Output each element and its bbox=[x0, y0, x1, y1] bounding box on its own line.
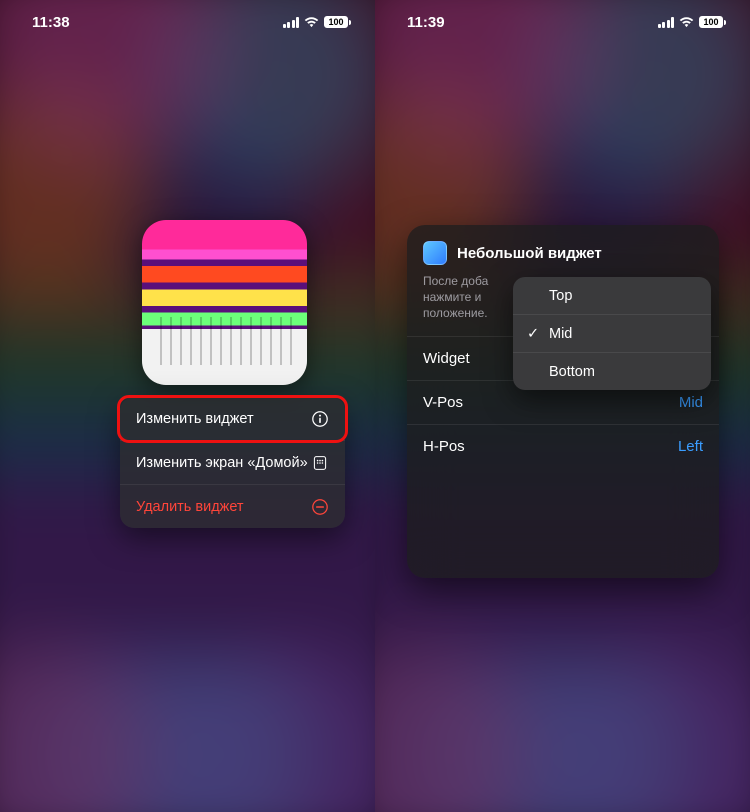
menu-edit-home[interactable]: Изменить экран «Домой» bbox=[120, 441, 345, 485]
option-label: Top bbox=[549, 288, 572, 304]
menu-edit-widget[interactable]: Изменить виджет bbox=[120, 397, 345, 441]
menu-label: Удалить виджет bbox=[136, 499, 244, 515]
sheet-header: Небольшой виджет bbox=[407, 225, 719, 271]
status-right: 100 bbox=[658, 16, 727, 28]
option-label: Bottom bbox=[549, 364, 595, 380]
row-label: Widget bbox=[423, 350, 470, 367]
screenshot-right: 11:39 100 Небольшой виджет После доба на… bbox=[375, 0, 750, 812]
battery-icon: 100 bbox=[324, 16, 351, 28]
context-menu: Изменить виджет Изменить экран «Домой» У… bbox=[120, 397, 345, 528]
battery-level: 100 bbox=[699, 16, 723, 28]
widget-context-group: Изменить виджет Изменить экран «Домой» У… bbox=[120, 220, 345, 528]
battery-icon: 100 bbox=[699, 16, 726, 28]
row-label: V-Pos bbox=[423, 394, 463, 411]
screenshot-left: 11:38 100 Изменить виджет Изм bbox=[0, 0, 375, 812]
widget-settings-sheet: Небольшой виджет После доба нажмите и по… bbox=[407, 225, 719, 578]
popover-option-mid[interactable]: ✓ Mid bbox=[513, 315, 711, 353]
popover-option-bottom[interactable]: Bottom bbox=[513, 353, 711, 390]
status-time: 11:39 bbox=[407, 14, 445, 31]
info-icon bbox=[311, 410, 329, 428]
menu-label: Изменить виджет bbox=[136, 411, 254, 427]
row-label: H-Pos bbox=[423, 438, 465, 455]
checkmark-icon: ✓ bbox=[527, 326, 541, 342]
cellular-icon bbox=[283, 17, 300, 28]
wifi-icon bbox=[679, 17, 694, 28]
row-value: Left bbox=[678, 438, 703, 455]
widget-preview[interactable] bbox=[142, 220, 307, 385]
menu-label: Изменить экран «Домой» bbox=[136, 455, 308, 471]
battery-level: 100 bbox=[324, 16, 348, 28]
vpos-popover: Top ✓ Mid Bottom bbox=[513, 277, 711, 390]
menu-delete-widget[interactable]: Удалить виджет bbox=[120, 485, 345, 528]
status-time: 11:38 bbox=[32, 14, 70, 31]
status-bar: 11:39 100 bbox=[375, 0, 750, 44]
status-bar: 11:38 100 bbox=[0, 0, 375, 44]
apps-grid-icon bbox=[311, 454, 329, 472]
row-hpos[interactable]: H-Pos Left bbox=[407, 424, 719, 468]
option-label: Mid bbox=[549, 326, 572, 342]
status-right: 100 bbox=[283, 16, 352, 28]
popover-option-top[interactable]: Top bbox=[513, 277, 711, 315]
row-value: Mid bbox=[679, 394, 703, 411]
wifi-icon bbox=[304, 17, 319, 28]
minus-circle-icon bbox=[311, 498, 329, 516]
sheet-title: Небольшой виджет bbox=[457, 245, 602, 262]
widget-thumb-icon bbox=[423, 241, 447, 265]
cellular-icon bbox=[658, 17, 675, 28]
